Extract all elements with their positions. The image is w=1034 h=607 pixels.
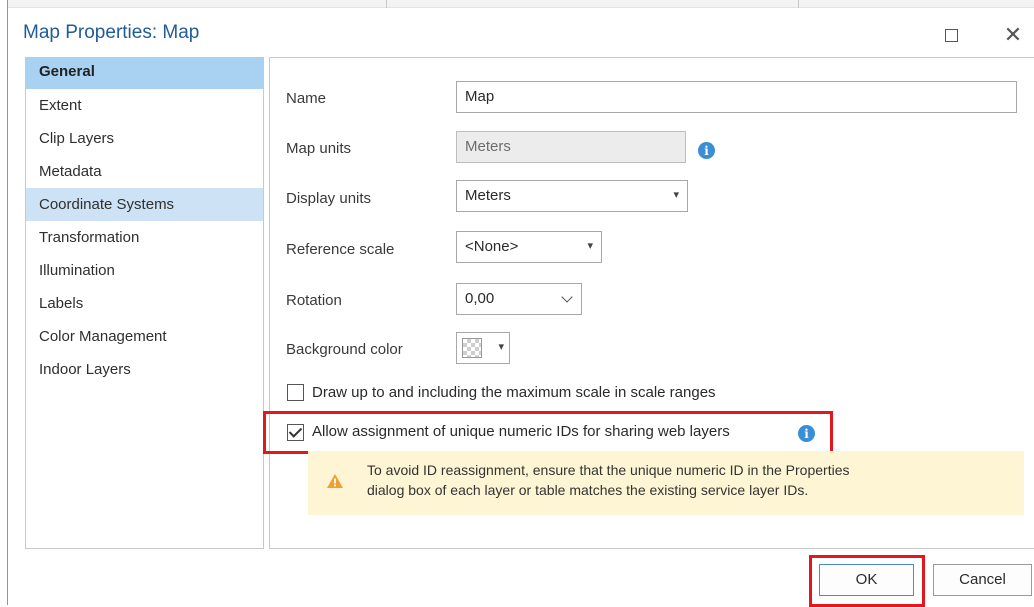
nav-item-transformation[interactable]: Transformation [26, 221, 263, 254]
nav-item-color-management[interactable]: Color Management [26, 320, 263, 353]
background-color-picker[interactable]: ▾ [456, 332, 510, 364]
warning-icon [327, 474, 343, 488]
nav-item-extent[interactable]: Extent [26, 89, 263, 122]
property-page-nav: General Extent Clip Layers Metadata Coor… [25, 57, 264, 549]
no-color-swatch-icon [462, 338, 482, 358]
general-panel: Name Map Map units Meters i Display unit… [263, 57, 1034, 549]
close-icon: ✕ [1003, 22, 1023, 47]
cancel-button[interactable]: Cancel [933, 564, 1032, 596]
info-icon[interactable]: i [798, 425, 815, 442]
display-units-value: Meters [465, 187, 511, 204]
draw-max-scale-label[interactable]: Draw up to and including the maximum sca… [312, 384, 716, 401]
maximize-icon [944, 28, 958, 42]
reference-scale-dropdown[interactable]: <None> ▾ [456, 231, 602, 263]
nav-item-labels[interactable]: Labels [26, 287, 263, 320]
title-bar[interactable]: Map Properties: Map ✕ [9, 8, 1034, 54]
ok-button[interactable]: OK [819, 564, 914, 596]
close-button[interactable]: ✕ [999, 22, 1027, 48]
nav-item-metadata[interactable]: Metadata [26, 155, 263, 188]
background-window-left-edge [0, 0, 8, 605]
unique-ids-checkbox[interactable] [287, 424, 304, 441]
info-icon[interactable]: i [698, 142, 715, 159]
name-label: Name [286, 90, 327, 107]
nav-item-coordinate-systems[interactable]: Coordinate Systems [26, 188, 263, 221]
nav-item-illumination[interactable]: Illumination [26, 254, 263, 287]
dialog-title: Map Properties: Map [23, 22, 200, 43]
display-units-dropdown[interactable]: Meters ▾ [456, 180, 688, 212]
nav-item-indoor-layers[interactable]: Indoor Layers [26, 353, 263, 386]
warning-text: To avoid ID reassignment, ensure that th… [367, 460, 849, 500]
warning-line: To avoid ID reassignment, ensure that th… [367, 462, 850, 478]
map-units-field: Meters [456, 131, 686, 163]
map-units-label: Map units [286, 140, 352, 157]
reference-scale-value: <None> [465, 238, 519, 255]
warning-message: To avoid ID reassignment, ensure that th… [308, 451, 1024, 515]
name-input[interactable]: Map [456, 81, 1017, 113]
map-properties-dialog: Map Properties: Map ✕ General Extent Cli… [9, 8, 1034, 607]
rotation-combo[interactable]: 0,00 [456, 283, 582, 315]
rotation-label: Rotation [286, 292, 342, 309]
chevron-down-icon [561, 291, 573, 303]
background-divider [798, 0, 799, 8]
dropdown-arrow-icon: ▾ [587, 240, 593, 252]
maximize-button[interactable] [937, 22, 965, 48]
name-input-value: Map [465, 88, 495, 105]
unique-ids-label[interactable]: Allow assignment of unique numeric IDs f… [312, 423, 730, 440]
display-units-label: Display units [286, 190, 372, 207]
draw-max-scale-checkbox[interactable] [287, 384, 304, 401]
dropdown-arrow-icon: ▾ [673, 189, 679, 201]
background-color-label: Background color [286, 341, 403, 358]
rotation-value: 0,00 [465, 290, 495, 307]
nav-item-clip-layers[interactable]: Clip Layers [26, 122, 263, 155]
background-divider [386, 0, 387, 8]
nav-item-general[interactable]: General [26, 58, 263, 89]
reference-scale-label: Reference scale [286, 241, 395, 258]
map-units-value: Meters [465, 138, 511, 155]
warning-line: dialog box of each layer or table matche… [367, 482, 809, 498]
dropdown-arrow-icon: ▾ [498, 341, 504, 353]
background-window-edge [0, 0, 1034, 8]
